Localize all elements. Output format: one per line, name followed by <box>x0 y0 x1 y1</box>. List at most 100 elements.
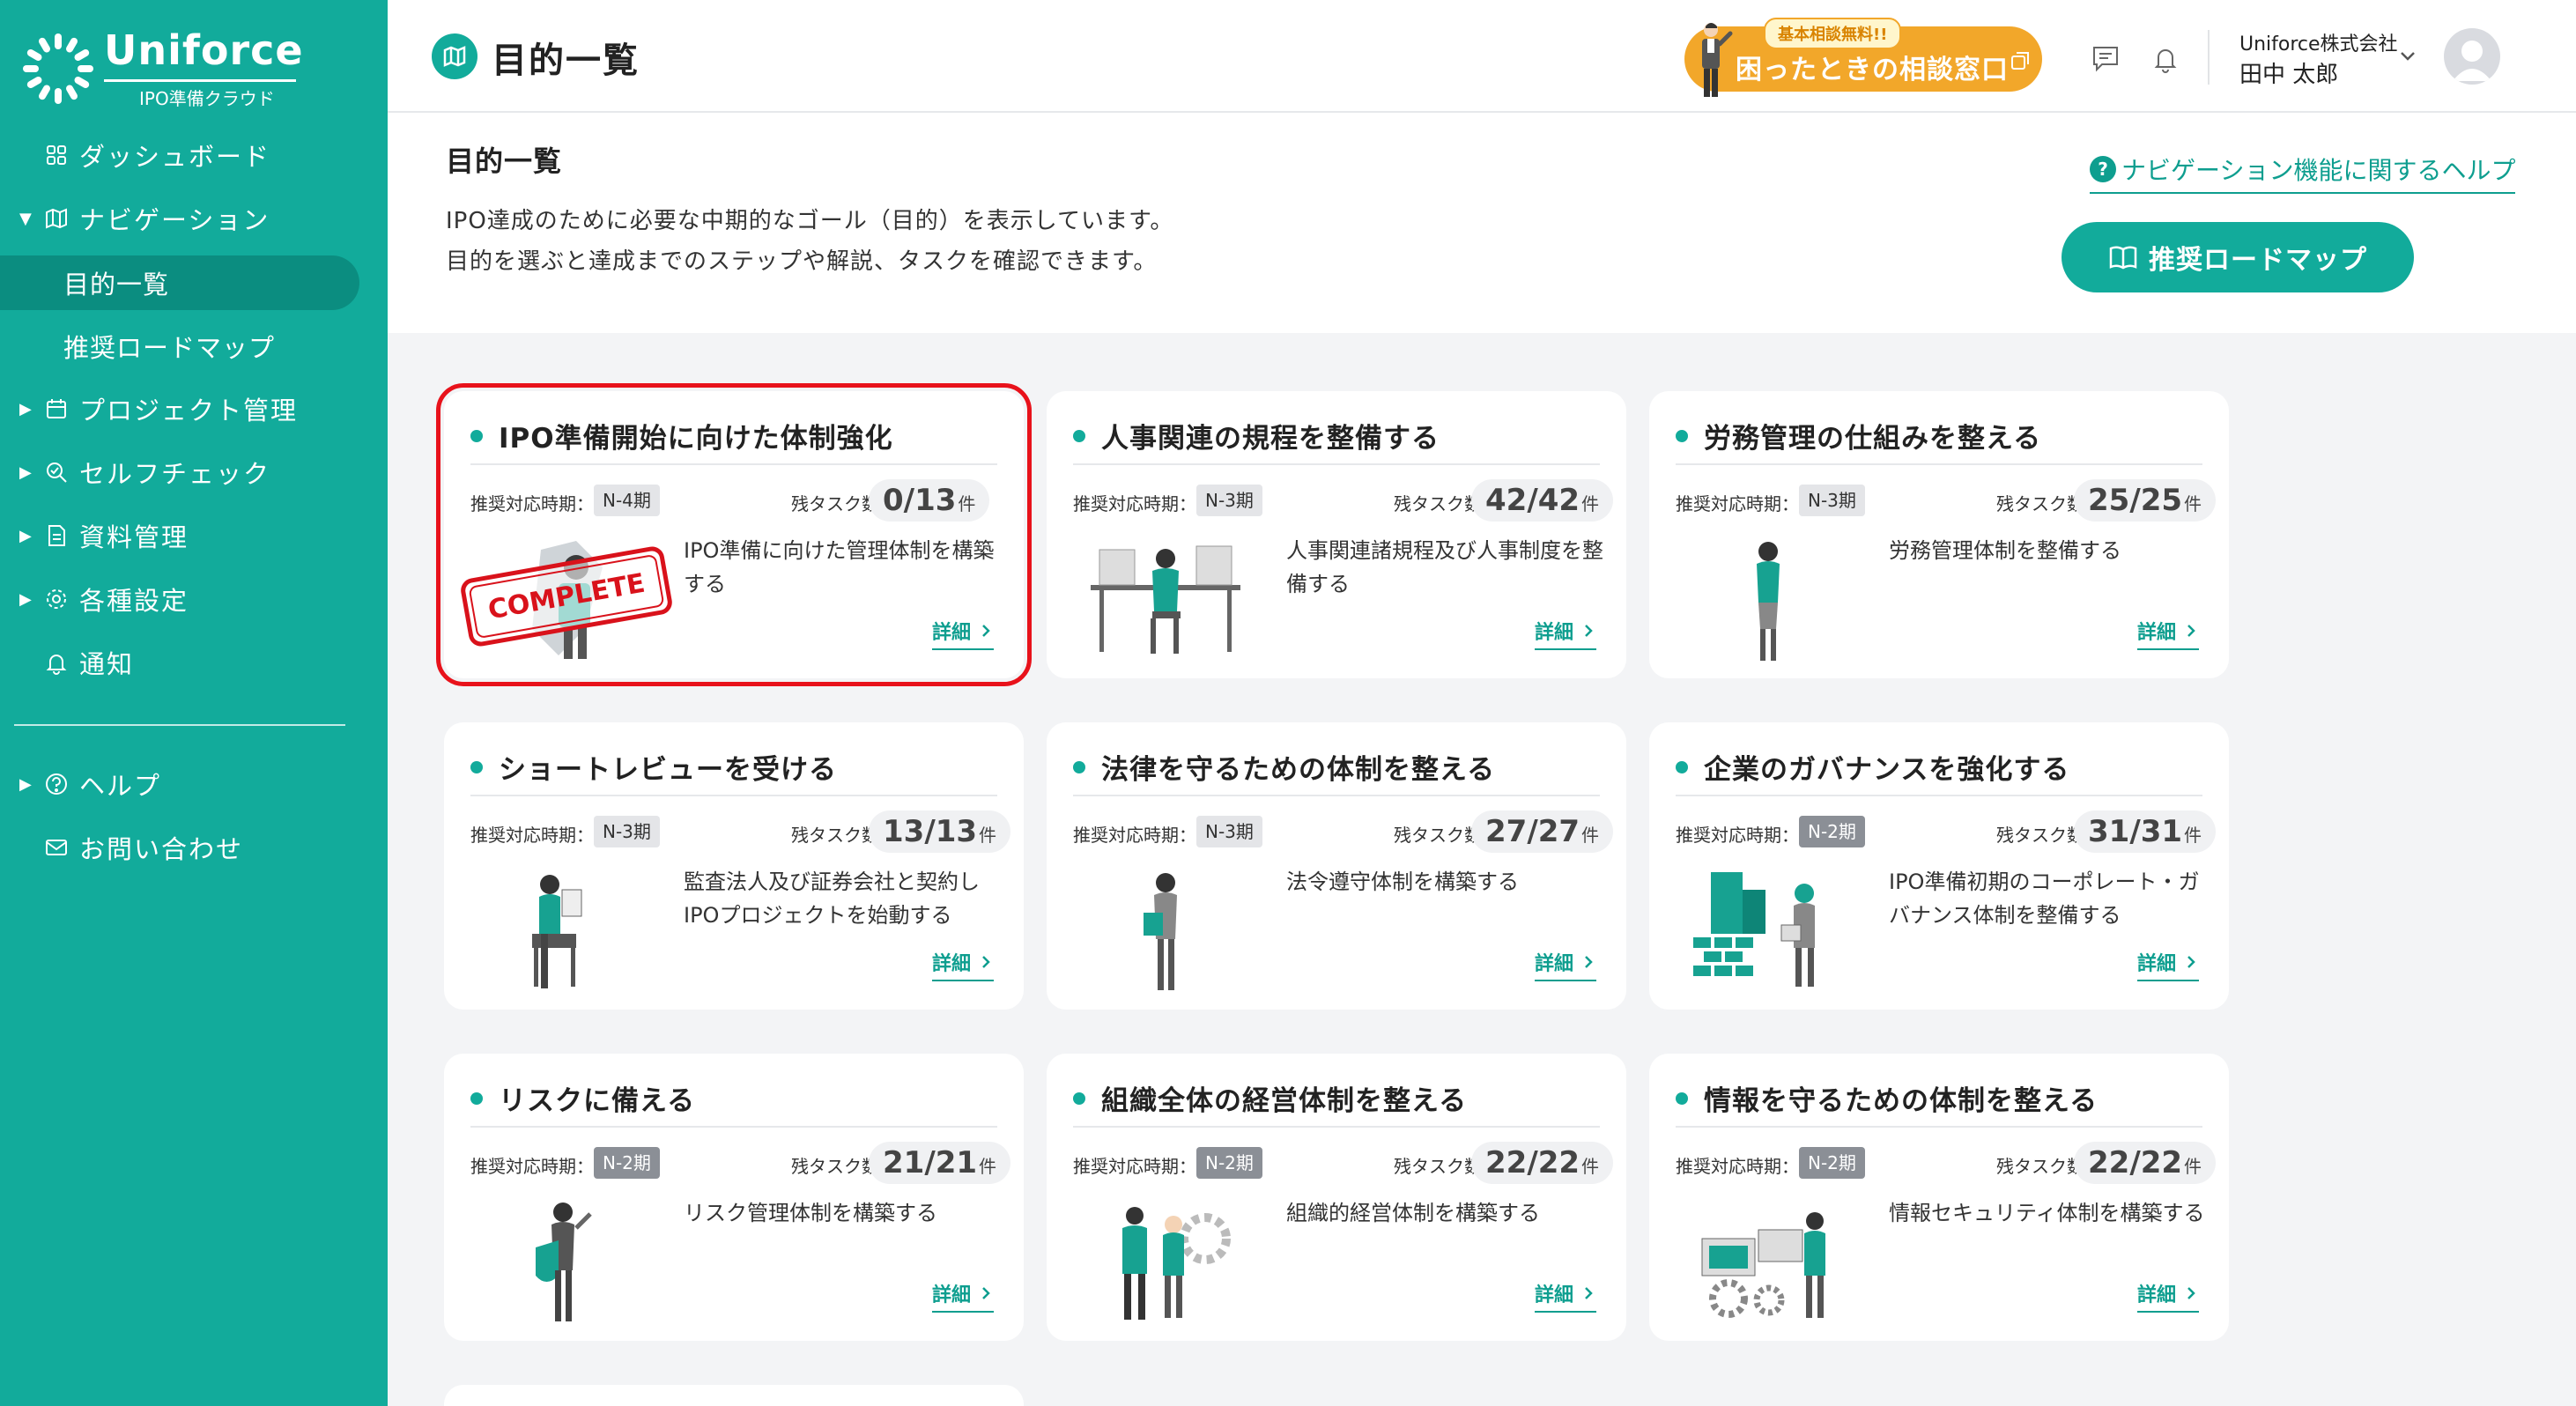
card-divider <box>1676 463 2202 465</box>
chevron-right-icon <box>2187 625 2195 637</box>
recommended-roadmap-button[interactable]: 推奨ロードマップ <box>2062 222 2414 292</box>
search-check-icon <box>47 462 67 483</box>
card-illustration <box>1091 545 1240 654</box>
task-count-value: 13/13 <box>883 814 978 849</box>
sidebar-item-project[interactable]: ▶ プロジェクト管理 <box>0 382 361 435</box>
sidebar-item-navigation[interactable]: ▼ ナビゲーション <box>0 192 361 245</box>
calendar-icon <box>47 399 66 418</box>
card-description: 労務管理体制を整備する <box>1889 538 2121 563</box>
card-description: 法令遵守体制を構築する <box>1286 870 1519 894</box>
sidebar-item-help[interactable]: ▶ ヘルプ <box>0 758 361 810</box>
chevron-down-icon[interactable] <box>2396 44 2419 67</box>
sidebar-item-selfcheck[interactable]: ▶ セルフチェック <box>0 446 361 499</box>
sidebar-item-documents[interactable]: ▶ 資料管理 <box>0 509 361 562</box>
caret-right-icon: ▶ <box>19 462 32 482</box>
detail-link[interactable]: 詳細 <box>932 1279 995 1313</box>
sidebar-item-recommended-roadmap[interactable]: 推奨ロードマップ <box>0 319 359 374</box>
card-description: リスク管理体制を構築する <box>684 1201 937 1225</box>
purpose-card[interactable]: 労務管理の仕組みを整える 推奨対応時期： N-3期 残タスク数 25/25 件 … <box>1649 391 2229 678</box>
navigation-help-link[interactable]: ? ナビゲーション機能に関するヘルプ <box>2090 152 2516 194</box>
purpose-card[interactable]: IPO準備開始に向けた体制強化 推奨対応時期： N-4期 残タスク数 0/13 … <box>436 383 1032 686</box>
card-illustration <box>536 1202 592 1321</box>
purpose-card[interactable]: 人事関連の規程を整備する 推奨対応時期： N-3期 残タスク数 42/42 件 … <box>1047 391 1626 678</box>
period-label: 推奨対応時期： <box>1073 493 1196 514</box>
roadmap-button-label: 推奨ロードマップ <box>2149 245 2367 276</box>
consult-button[interactable]: 基本相談無料!! 困ったときの相談窓口 <box>1684 18 2042 97</box>
logo-underline <box>104 79 296 82</box>
help-link-label: ナビゲーション機能に関するヘルプ <box>2121 156 2516 185</box>
detail-link[interactable]: 詳細 <box>2137 1279 2200 1313</box>
task-count-value: 25/25 <box>2088 483 2183 518</box>
task-count-label: 残タスク数 <box>1996 493 2084 514</box>
bell-icon[interactable] <box>2150 42 2181 74</box>
caret-down-icon: ▼ <box>19 209 32 228</box>
logo[interactable]: Uniforce IPO準備クラウド <box>19 26 303 109</box>
card-illustration <box>1144 873 1177 990</box>
detail-link[interactable]: 詳細 <box>1535 948 1597 981</box>
card-title: 人事関連の規程を整備する <box>1073 416 1440 455</box>
sidebar-item-label: プロジェクト管理 <box>79 396 299 426</box>
chat-icon[interactable] <box>2090 42 2121 74</box>
bullet-dot-icon <box>1073 429 1085 442</box>
purpose-card[interactable]: 情報を守るための体制を整える 推奨対応時期： N-2期 残タスク数 22/22 … <box>1649 1054 2229 1341</box>
user-name: 田中 太郎 <box>2239 62 2339 88</box>
card-divider <box>470 1126 997 1128</box>
card-title-text: IPO準備開始に向けた体制強化 <box>499 423 893 455</box>
purpose-card[interactable]: 企業のガバナンスを強化する 推奨対応時期： N-2期 残タスク数 31/31 件… <box>1649 722 2229 1010</box>
detail-link[interactable]: 詳細 <box>1535 617 1597 650</box>
period-badge: N-2期 <box>1196 1147 1262 1179</box>
card-title-text: 組織全体の経営体制を整える <box>1101 1085 1468 1117</box>
card-divider <box>1073 1126 1600 1128</box>
sidebar-item-label: ナビゲーション <box>79 205 270 235</box>
avatar[interactable] <box>2444 28 2500 85</box>
period-badge: N-2期 <box>594 1147 660 1179</box>
card-divider <box>1073 795 1600 796</box>
sidebar-item-purpose-list[interactable]: 目的一覧 <box>0 255 359 310</box>
sidebar-item-label: 推奨ロードマップ <box>63 333 276 363</box>
task-count-value: 31/31 <box>2088 814 2183 849</box>
purpose-card-partial[interactable] <box>444 1385 1024 1406</box>
purpose-card[interactable]: ショートレビューを受ける 推奨対応時期： N-3期 残タスク数 13/13 件 … <box>444 722 1024 1010</box>
external-link-icon <box>2011 52 2029 70</box>
mail-icon <box>46 840 67 855</box>
bullet-dot-icon <box>1676 760 1688 773</box>
logo-mark-icon <box>23 33 93 104</box>
card-illustration <box>1122 1207 1231 1320</box>
company-name: Uniforce株式会社 <box>2239 33 2398 56</box>
card-title-text: 労務管理の仕組みを整える <box>1704 423 2042 455</box>
bullet-dot-icon <box>470 429 483 442</box>
detail-link-label: 詳細 <box>932 1284 972 1306</box>
caret-right-icon: ▶ <box>19 399 32 418</box>
task-count: 31/31 件 <box>2074 810 2217 853</box>
task-count-value: 22/22 <box>2088 1145 2183 1180</box>
question-icon: ? <box>2090 156 2116 182</box>
sidebar-item-notifications[interactable]: 通知 <box>0 636 361 689</box>
bullet-dot-icon <box>470 1092 483 1105</box>
purpose-card[interactable]: 法律を守るための体制を整える 推奨対応時期： N-3期 残タスク数 27/27 … <box>1047 722 1626 1010</box>
intro-title: 目的一覧 <box>446 144 563 178</box>
caret-right-icon: ▶ <box>19 774 32 794</box>
purpose-card[interactable]: リスクに備える 推奨対応時期： N-2期 残タスク数 21/21 件 リスク管理… <box>444 1054 1024 1341</box>
detail-link[interactable]: 詳細 <box>2137 948 2200 981</box>
detail-link[interactable]: 詳細 <box>2137 617 2200 650</box>
chevron-right-icon <box>982 625 990 637</box>
sidebar-item-contact[interactable]: お問い合わせ <box>0 821 361 874</box>
detail-link-label: 詳細 <box>2137 1284 2177 1306</box>
sidebar-item-dashboard[interactable]: ダッシュボード <box>0 129 361 181</box>
chevron-right-icon <box>2187 1287 2195 1299</box>
card-description: 情報セキュリティ体制を構築する <box>1889 1201 2205 1225</box>
detail-link[interactable]: 詳細 <box>932 948 995 981</box>
card-description: IPO準備に向けた管理体制を構築する <box>684 538 995 596</box>
purpose-card[interactable]: 組織全体の経営体制を整える 推奨対応時期： N-2期 残タスク数 22/22 件… <box>1047 1054 1626 1341</box>
chevron-right-icon <box>2187 956 2195 968</box>
task-count-label: 残タスク数 <box>1394 1156 1482 1177</box>
card-divider <box>470 463 997 465</box>
detail-link[interactable]: 詳細 <box>932 617 995 650</box>
task-count-label: 残タスク数 <box>1394 825 1482 846</box>
intro-description: IPO達成のために必要な中期的なゴール（目的）を表示しています。 <box>446 208 1174 234</box>
consult-badge: 基本相談無料!! <box>1764 18 1902 49</box>
task-count: 21/21 件 <box>869 1142 1011 1184</box>
sidebar-item-settings[interactable]: ▶ 各種設定 <box>0 573 361 625</box>
consult-label: 困ったときの相談窓口 <box>1736 55 2009 85</box>
detail-link[interactable]: 詳細 <box>1535 1279 1597 1313</box>
